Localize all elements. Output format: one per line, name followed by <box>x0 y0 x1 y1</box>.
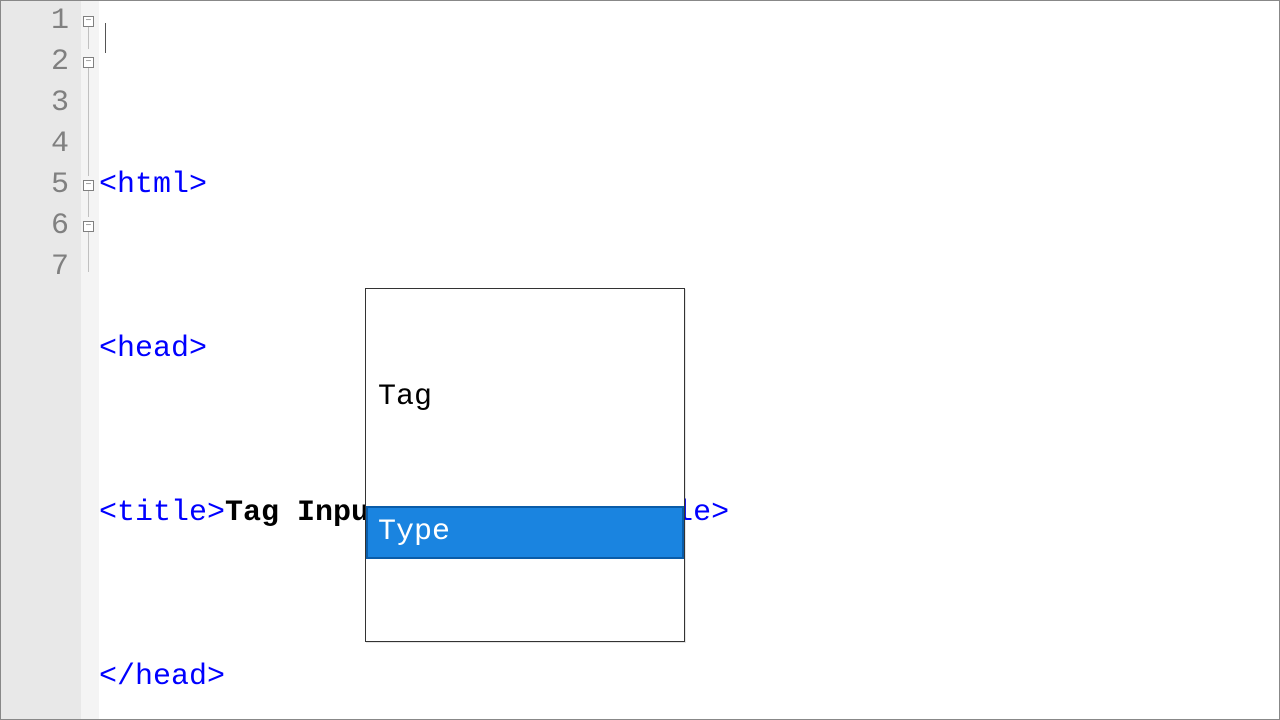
line-number: 6 <box>1 206 69 247</box>
text-caret <box>105 23 106 53</box>
line-number: 1 <box>1 1 69 42</box>
line-number: 7 <box>1 247 69 288</box>
line-number: 2 <box>1 42 69 83</box>
line-number: 5 <box>1 165 69 206</box>
line-number: 4 <box>1 124 69 165</box>
fold-guide <box>88 27 89 49</box>
line-number: 3 <box>1 83 69 124</box>
fold-guide <box>88 232 89 272</box>
fold-toggle[interactable]: − <box>83 16 94 27</box>
autocomplete-item[interactable]: Tag <box>366 371 684 424</box>
code-area[interactable]: <html> <head> <title>Tag Input Type Rese… <box>99 1 1279 719</box>
autocomplete-popup[interactable]: Tag Type <box>365 288 685 642</box>
code-tag: <title> <box>99 496 225 530</box>
line-number-gutter: 1 2 3 4 5 6 7 <box>1 1 81 719</box>
autocomplete-item-selected[interactable]: Type <box>366 506 684 559</box>
fold-toggle[interactable]: − <box>83 57 94 68</box>
fold-guide <box>88 68 89 176</box>
fold-guide <box>88 191 89 217</box>
fold-toggle[interactable]: − <box>83 221 94 232</box>
code-tag: <html> <box>99 168 207 202</box>
code-tag: <head> <box>99 332 207 366</box>
code-tag: </head> <box>99 660 225 694</box>
code-editor: 1 2 3 4 5 6 7 − − − − <html> <head> <tit… <box>1 1 1279 719</box>
fold-column: − − − − <box>81 1 99 719</box>
fold-toggle[interactable]: − <box>83 180 94 191</box>
